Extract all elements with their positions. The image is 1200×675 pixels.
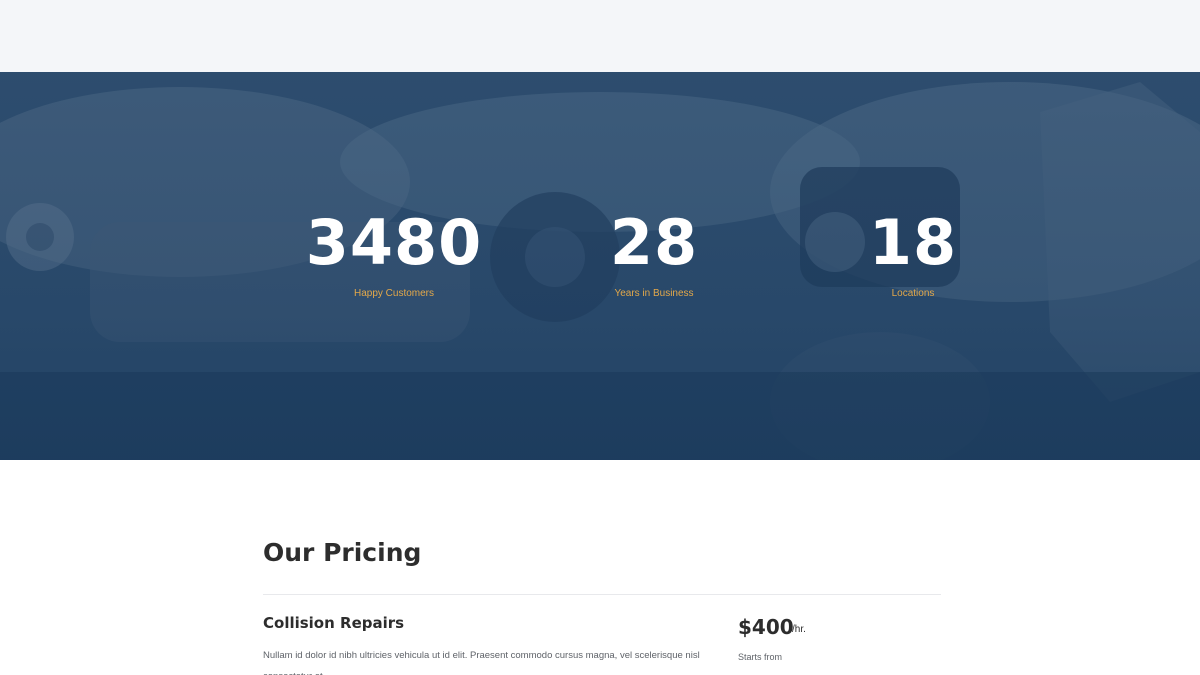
stats-hero: 3480 Happy Customers 28 Years in Busines… [0, 72, 1200, 460]
header-band [0, 0, 1200, 72]
stat-happy-customers: 3480 Happy Customers [284, 206, 504, 300]
stat-label: Years in Business [614, 288, 694, 299]
pricing-item-note: Starts from [738, 652, 783, 662]
divider [263, 594, 941, 595]
stat-locations: 18 Locations [803, 206, 1023, 300]
pricing-item-description: Nullam id dolor id nibh ultricies vehicu… [263, 650, 700, 675]
pricing-item-name: Collision Repairs [263, 614, 405, 632]
stat-value: 18 [868, 206, 958, 279]
pricing-item-price: $400 [738, 615, 794, 639]
stat-value: 28 [609, 206, 699, 279]
stat-value: 3480 [305, 206, 483, 279]
pricing-section: Our Pricing Collision Repairs Nullam id … [263, 460, 941, 675]
pricing-title: Our Pricing [263, 538, 422, 567]
stat-years-in-business: 28 Years in Business [544, 206, 764, 300]
pricing-item-unit: /hr. [792, 624, 806, 635]
stat-label: Locations [891, 288, 935, 299]
stat-label: Happy Customers [353, 288, 435, 299]
